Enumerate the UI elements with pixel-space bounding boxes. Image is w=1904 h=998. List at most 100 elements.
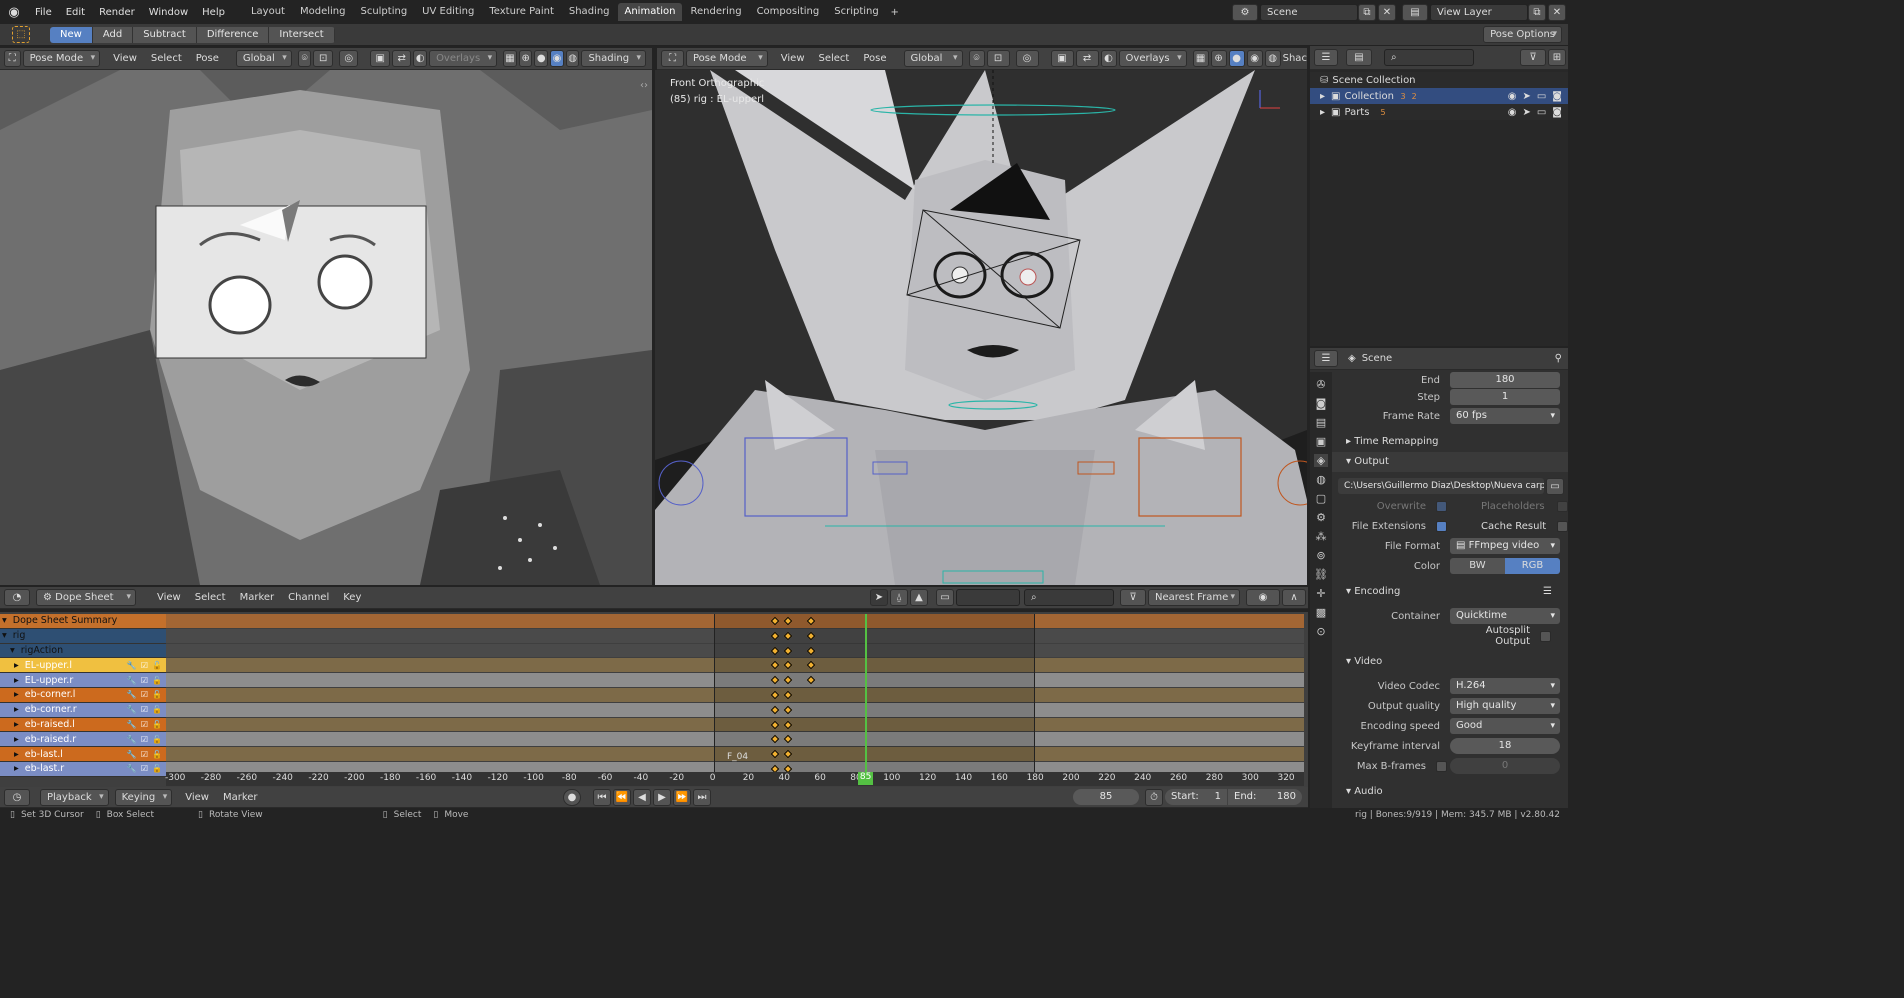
- channel-row[interactable]: ▾ rigAction: [0, 643, 166, 659]
- proportional-edit-icon[interactable]: ◉: [1246, 589, 1280, 606]
- snap-target-icon[interactable]: ⊡: [313, 50, 333, 67]
- gizmo-icon[interactable]: ⇄: [391, 50, 412, 67]
- presets-list-icon[interactable]: ☰: [1543, 582, 1552, 602]
- marker-label[interactable]: F_04: [727, 752, 748, 762]
- proportional-edit-icon[interactable]: ◎: [338, 50, 359, 67]
- menu-select[interactable]: Select: [812, 53, 857, 64]
- solid-shading-icon[interactable]: ●: [534, 50, 549, 67]
- lock-icon[interactable]: 🔓: [152, 735, 162, 744]
- expand-arrow-icon[interactable]: ▾: [2, 630, 7, 641]
- menu-marker[interactable]: Marker: [233, 592, 282, 603]
- menu-pose[interactable]: Pose: [856, 53, 893, 64]
- orientation-dropdown[interactable]: Global: [903, 50, 963, 67]
- start-frame-field[interactable]: Start: 1: [1165, 789, 1227, 805]
- lock-icon[interactable]: 🔓: [152, 661, 162, 670]
- render-camera-icon[interactable]: ◙: [1552, 91, 1562, 102]
- outliner-search-input[interactable]: ⌕: [1384, 49, 1474, 66]
- mute-checkbox[interactable]: ☑: [141, 750, 148, 759]
- max-bframes-field[interactable]: 0: [1450, 758, 1560, 774]
- time-remapping-panel[interactable]: ▸ Time Remapping: [1332, 432, 1568, 452]
- expand-arrow-icon[interactable]: ▸: [14, 749, 19, 760]
- selectable-cursor-icon[interactable]: ➤: [1522, 107, 1530, 118]
- wrench-icon[interactable]: 🔧: [127, 720, 137, 729]
- channel-row[interactable]: ▸ eb-last.r 🔧 ☑ 🔓: [0, 761, 166, 777]
- workspace-tab-layout[interactable]: Layout: [244, 3, 292, 21]
- menu-edit[interactable]: Edit: [59, 7, 92, 18]
- wrench-icon[interactable]: 🔧: [127, 705, 137, 714]
- editor-type-icon[interactable]: ⛶: [661, 50, 684, 67]
- scene-close-icon[interactable]: ✕: [1378, 3, 1396, 21]
- selectable-cursor-icon[interactable]: ➤: [1522, 91, 1530, 102]
- cache-result-checkbox[interactable]: [1557, 520, 1568, 532]
- output-panel[interactable]: ▾ Output: [1332, 452, 1568, 472]
- wireframe-shading-icon[interactable]: ⊕: [518, 50, 533, 67]
- filters-icon[interactable]: ⊽: [1120, 589, 1146, 606]
- wrench-icon[interactable]: 🔧: [127, 750, 137, 759]
- menu-view[interactable]: View: [178, 792, 216, 803]
- parts-row[interactable]: ▸ ▣ Parts 5 ◉ ➤ ▭ ◙: [1310, 104, 1568, 120]
- channel-row[interactable]: ▾ rig: [0, 628, 166, 644]
- current-frame-field[interactable]: 85: [1073, 789, 1139, 805]
- playhead-line[interactable]: [864, 614, 867, 774]
- viewport-display-icon[interactable]: ▭: [1537, 107, 1546, 118]
- scene-tab-icon[interactable]: ◈: [1313, 454, 1329, 467]
- menu-marker[interactable]: Marker: [216, 792, 265, 803]
- wrench-icon[interactable]: 🔧: [127, 690, 137, 699]
- add-workspace-button[interactable]: +: [887, 7, 903, 18]
- viewport-display-icon[interactable]: ▭: [1537, 91, 1546, 102]
- only-selected-icon[interactable]: ➤: [870, 589, 888, 606]
- mute-checkbox[interactable]: ☑: [141, 705, 148, 714]
- region-toggle-icon[interactable]: ‹›: [640, 80, 648, 91]
- snap-mode-dropdown[interactable]: Nearest Frame: [1148, 589, 1240, 606]
- channel-row[interactable]: ▸ eb-raised.r 🔧 ☑ 🔓: [0, 732, 166, 748]
- lock-icon[interactable]: 🔓: [152, 705, 162, 714]
- mode-subtract-button[interactable]: Subtract: [133, 26, 197, 43]
- show-hidden-icon[interactable]: ⍙: [890, 589, 908, 606]
- workspace-tab-rendering[interactable]: Rendering: [683, 3, 748, 21]
- render-camera-icon[interactable]: ◙: [1552, 107, 1562, 118]
- workspace-tab-scripting[interactable]: Scripting: [827, 3, 885, 21]
- overlays-dropdown[interactable]: Overlays: [1118, 50, 1187, 67]
- overlays-dropdown[interactable]: Overlays: [429, 50, 498, 67]
- collection-row[interactable]: ▸ ▣ Collection 3 2 ◉ ➤ ▭ ◙: [1310, 88, 1568, 104]
- physics-tab-icon[interactable]: ⊚: [1316, 549, 1325, 562]
- expand-arrow-icon[interactable]: ▸: [1320, 107, 1325, 118]
- menu-select[interactable]: Select: [188, 592, 233, 603]
- scene-collection-row[interactable]: ⛁ Scene Collection: [1310, 72, 1568, 88]
- keyframe-area[interactable]: [166, 614, 1304, 776]
- select-box-tool-icon[interactable]: ⬚: [12, 26, 30, 43]
- render-tab-icon[interactable]: ◙: [1316, 397, 1327, 410]
- pin-icon[interactable]: ⚲: [1555, 353, 1562, 364]
- lock-icon[interactable]: 🔓: [152, 750, 162, 759]
- proportional-edit-icon[interactable]: ◎: [1015, 50, 1039, 67]
- expand-arrow-icon[interactable]: ▾: [2, 615, 7, 626]
- rendered-shading-icon[interactable]: ◍: [565, 50, 580, 67]
- snap-icon[interactable]: ⌾: [297, 50, 312, 67]
- view-layer-close-icon[interactable]: ✕: [1548, 3, 1566, 21]
- expand-arrow-icon[interactable]: ▸: [14, 675, 19, 686]
- scene-field[interactable]: Scene: [1260, 3, 1358, 21]
- lock-icon[interactable]: 🔓: [152, 690, 162, 699]
- editor-type-icon[interactable]: ⛶: [4, 50, 21, 67]
- expand-arrow-icon[interactable]: ▸: [14, 719, 19, 730]
- object-visibility-icon[interactable]: ▣: [370, 50, 390, 67]
- scene-browse-icon[interactable]: ⚙: [1232, 3, 1258, 21]
- menu-window[interactable]: Window: [142, 7, 195, 18]
- menu-help[interactable]: Help: [195, 7, 232, 18]
- view-layer-copy-icon[interactable]: ⧉: [1528, 3, 1546, 21]
- video-panel[interactable]: ▾ Video: [1332, 652, 1568, 672]
- mute-checkbox[interactable]: ☑: [141, 720, 148, 729]
- viewport-right[interactable]: Front Orthographic (85) rig : EL-upperl: [655, 70, 1307, 585]
- editor-type-icon[interactable]: ☰: [1314, 350, 1338, 367]
- collection-filter-input[interactable]: [956, 589, 1020, 606]
- wrench-icon[interactable]: 🔧: [127, 735, 137, 744]
- mode-new-button[interactable]: New: [50, 26, 93, 43]
- visibility-eye-icon[interactable]: ◉: [1508, 91, 1517, 102]
- filter-collection-icon[interactable]: ▭: [936, 589, 954, 606]
- bone-tab-icon[interactable]: ⊙: [1316, 625, 1325, 638]
- mute-checkbox[interactable]: ☑: [141, 735, 148, 744]
- mute-checkbox[interactable]: ☑: [141, 676, 148, 685]
- object-tab-icon[interactable]: ▢: [1316, 492, 1326, 505]
- overlays-toggle-icon[interactable]: ◐: [413, 50, 428, 67]
- expand-arrow-icon[interactable]: ▸: [1320, 91, 1325, 102]
